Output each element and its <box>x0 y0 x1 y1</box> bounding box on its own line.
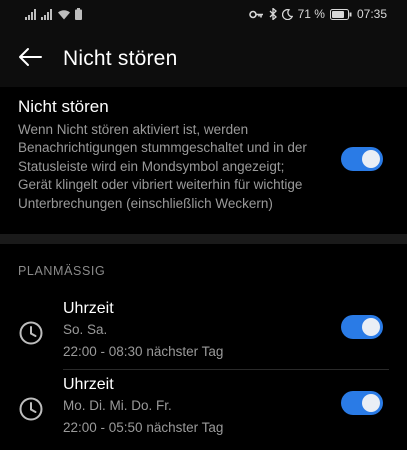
clock-icon <box>18 396 44 427</box>
page-title: Nicht stören <box>63 47 178 70</box>
battery-saver-icon <box>75 8 82 20</box>
schedule-item-weekdays[interactable]: Uhrzeit Mo. Di. Mi. Do. Fr. 22:00 - 05:5… <box>0 370 407 446</box>
schedule-item-time: 22:00 - 08:30 nächster Tag <box>63 344 224 359</box>
schedule-item-title: Uhrzeit <box>63 376 114 393</box>
battery-percent: 71 % <box>297 7 325 21</box>
schedule-item-weekend[interactable]: Uhrzeit So. Sa. 22:00 - 08:30 nächster T… <box>0 294 407 370</box>
dnd-setting-row[interactable]: Nicht stören Wenn Nicht stören aktiviert… <box>0 87 407 233</box>
app-header: Nicht stören <box>0 30 407 87</box>
toggle-knob <box>362 318 380 336</box>
schedule-item-days: So. Sa. <box>63 322 108 337</box>
section-divider <box>0 234 407 244</box>
schedule-item-days: Mo. Di. Mi. Do. Fr. <box>63 398 172 413</box>
status-bar: 71 % 07:35 <box>0 0 407 30</box>
status-bar-left <box>25 8 82 20</box>
clock-time: 07:35 <box>356 7 387 21</box>
schedule-item-time: 22:00 - 05:50 nächster Tag <box>63 420 224 435</box>
toggle-knob <box>362 150 380 168</box>
toggle-knob <box>362 394 380 412</box>
signal-icon <box>25 8 37 20</box>
arrow-left-icon <box>18 47 42 72</box>
signal-icon <box>41 8 53 20</box>
dnd-setting-title: Nicht stören <box>18 97 109 116</box>
schedule-item-title: Uhrzeit <box>63 300 114 317</box>
section-header-scheduled: PLANMÄSSIG <box>18 264 106 278</box>
status-bar-right: 71 % 07:35 <box>248 7 387 21</box>
bluetooth-icon <box>269 8 277 20</box>
back-button[interactable] <box>12 44 48 74</box>
moon-icon <box>281 8 293 20</box>
key-icon <box>248 10 264 19</box>
dnd-setting-description: Wenn Nicht stören aktiviert ist, werden … <box>18 122 307 211</box>
schedule-toggle-weekdays[interactable] <box>341 391 383 415</box>
clock-icon <box>18 320 44 351</box>
schedule-toggle-weekend[interactable] <box>341 315 383 339</box>
dnd-toggle[interactable] <box>341 147 383 171</box>
wifi-icon <box>57 9 71 20</box>
battery-icon <box>329 8 352 20</box>
